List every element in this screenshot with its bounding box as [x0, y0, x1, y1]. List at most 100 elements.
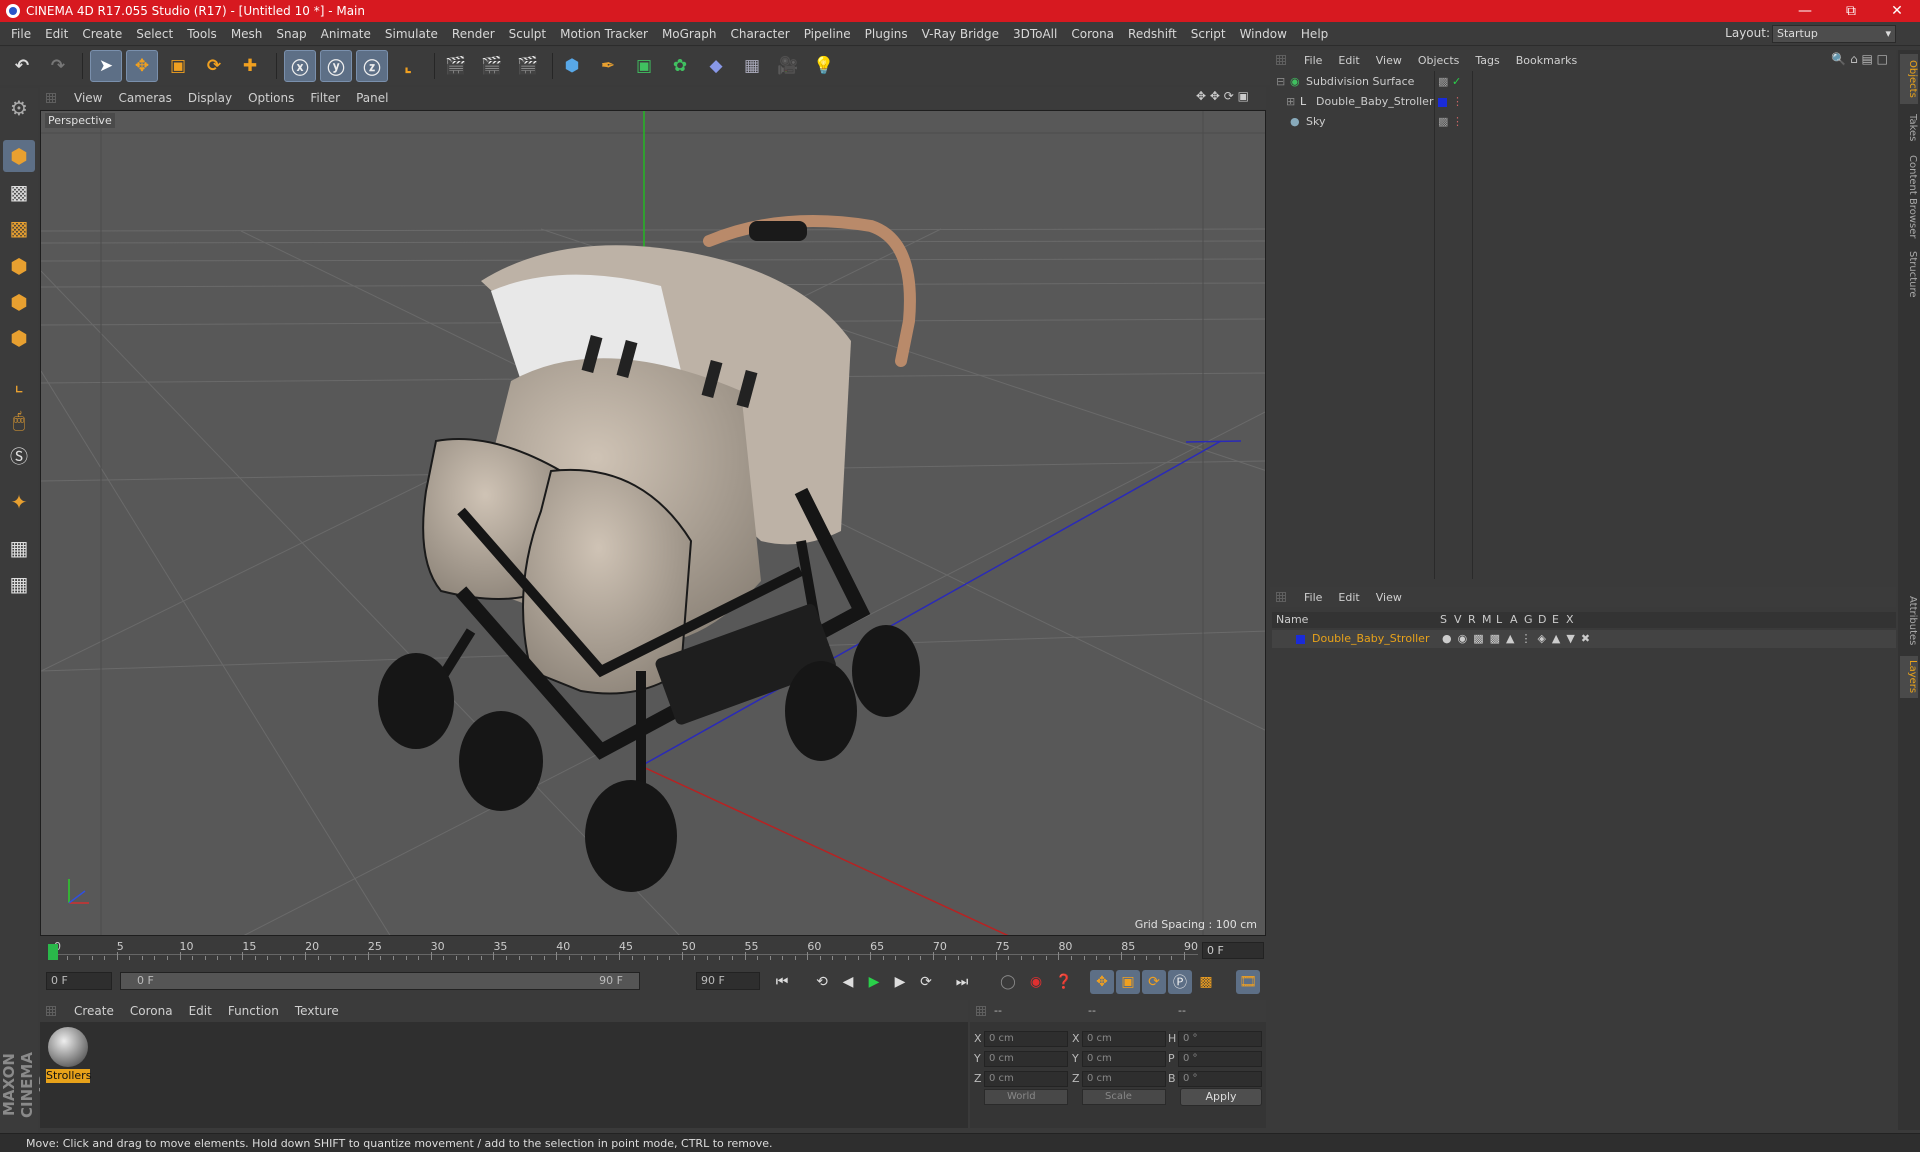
menu-item[interactable]: Simulate	[378, 27, 445, 41]
stroller-model[interactable]	[378, 215, 920, 892]
layer-menu-item[interactable]: Edit	[1330, 591, 1367, 604]
menu-item[interactable]: MoGraph	[655, 27, 724, 41]
size-z-field[interactable]: 0 cm	[1082, 1071, 1166, 1087]
key-pla-icon[interactable]: ▩	[1194, 970, 1218, 994]
start-frame-field[interactable]: 0 F	[46, 972, 112, 990]
tab-attributes[interactable]: Attributes	[1900, 590, 1918, 652]
menu-item[interactable]: Sculpt	[502, 27, 553, 41]
tab-objects[interactable]: Objects	[1900, 54, 1918, 104]
floor-icon[interactable]: ▦	[736, 50, 768, 82]
recent-tool-icon[interactable]: ✚	[234, 50, 266, 82]
autokey-icon[interactable]: ◯	[996, 970, 1020, 994]
spline-pen-icon[interactable]: ✒	[592, 50, 624, 82]
layer-column-header[interactable]: X	[1566, 612, 1574, 628]
menu-item[interactable]: Create	[75, 27, 129, 41]
help-record-icon[interactable]: ❓	[1052, 970, 1076, 994]
object-menu-item[interactable]: Objects	[1410, 54, 1468, 67]
close-button[interactable]: ✕	[1874, 0, 1920, 22]
menu-item[interactable]: V-Ray Bridge	[915, 27, 1006, 41]
menu-item[interactable]: Animate	[314, 27, 378, 41]
go-to-end-icon[interactable]: ⏭	[950, 970, 974, 994]
minimize-button[interactable]: —	[1782, 0, 1828, 22]
menu-item[interactable]: Redshift	[1121, 27, 1184, 41]
material-menu-item[interactable]: Function	[220, 1004, 287, 1018]
polygons-mode-icon[interactable]: ⬢	[3, 322, 35, 354]
menu-item[interactable]: Script	[1184, 27, 1233, 41]
model-mode-icon[interactable]: ⬢	[3, 140, 35, 172]
menu-item[interactable]: File	[4, 27, 38, 41]
timeline[interactable]: 051015202530354045505560657075808590 0 F	[40, 938, 1266, 964]
points-mode-icon[interactable]: ⬢	[3, 250, 35, 282]
layer-toggle-icons[interactable]: ●◉▩▩▲⋮◈▲▼✖	[1442, 630, 1596, 648]
render-view-icon[interactable]: 🎬	[440, 50, 472, 82]
object-menu-item[interactable]: File	[1296, 54, 1330, 67]
layer-column-header[interactable]: G	[1524, 612, 1533, 628]
render-picture-viewer-icon[interactable]: 🎬	[476, 50, 508, 82]
coordinate-type-dropdown[interactable]: Scale	[1082, 1089, 1166, 1105]
perspective-viewport[interactable]: Perspective Grid Spacing : 100 cm	[40, 110, 1266, 936]
next-keyframe-icon[interactable]: ⟳	[914, 970, 938, 994]
layer-column-header[interactable]: D	[1538, 612, 1546, 628]
layer-column-header[interactable]: R	[1468, 612, 1476, 628]
play-icon[interactable]: ▶	[862, 970, 886, 994]
layer-color-swatch[interactable]	[1296, 635, 1305, 644]
menu-item[interactable]: Corona	[1064, 27, 1121, 41]
playhead[interactable]	[48, 944, 58, 960]
material-menu-item[interactable]: Create	[66, 1004, 122, 1018]
menu-item[interactable]: Select	[129, 27, 180, 41]
scale-tool-icon[interactable]: ▣	[162, 50, 194, 82]
rot-b-field[interactable]: 0 °	[1178, 1071, 1262, 1087]
workplane-mode-icon[interactable]: ▩	[3, 212, 35, 244]
previous-keyframe-icon[interactable]: ⟲	[810, 970, 834, 994]
layer-menu-item[interactable]: File	[1296, 591, 1330, 604]
layer-menu-item[interactable]: View	[1368, 591, 1410, 604]
layer-column-header[interactable]: E	[1552, 612, 1559, 628]
size-x-field[interactable]: 0 cm	[1082, 1031, 1166, 1047]
menu-item[interactable]: Edit	[38, 27, 75, 41]
tab-takes[interactable]: Takes	[1900, 108, 1918, 148]
tab-content-browser[interactable]: Content Browser	[1900, 152, 1918, 242]
undo-icon[interactable]: ↶	[6, 50, 38, 82]
object-menu-item[interactable]: View	[1368, 54, 1410, 67]
menu-item[interactable]: Window	[1233, 27, 1294, 41]
edges-mode-icon[interactable]: ⬢	[3, 286, 35, 318]
object-manager-nav-icons[interactable]: 🔍 ⌂ ▤ □	[1831, 52, 1888, 66]
object-row[interactable]: ● Sky ▩ ⋮	[1272, 113, 1896, 131]
coordinate-system-icon[interactable]: ⌞	[392, 50, 424, 82]
frame-range-slider[interactable]: 0 F 90 F	[120, 972, 640, 990]
redo-icon[interactable]: ↷	[42, 50, 74, 82]
live-selection-icon[interactable]: ➤	[90, 50, 122, 82]
layer-column-header[interactable]: A	[1510, 612, 1518, 628]
menu-item[interactable]: Tools	[180, 27, 224, 41]
menu-item[interactable]: Render	[445, 27, 502, 41]
timeline-window-icon[interactable]: 🎞	[1236, 970, 1260, 994]
menu-item[interactable]: Pipeline	[797, 27, 858, 41]
deformer-icon[interactable]: ◆	[700, 50, 732, 82]
visibility-dots-icon[interactable]: ⋮	[1452, 113, 1463, 131]
viewport-menu-item[interactable]: Cameras	[110, 91, 179, 105]
apply-button[interactable]: Apply	[1180, 1088, 1262, 1106]
x-axis-lock-icon[interactable]: ⓧ	[284, 50, 316, 82]
pos-y-field[interactable]: 0 cm	[984, 1051, 1068, 1067]
tab-structure[interactable]: Structure	[1900, 246, 1918, 302]
tree-expand-icon[interactable]: ⊞	[1286, 93, 1295, 111]
menu-item[interactable]: Snap	[269, 27, 313, 41]
layer-column-header[interactable]: M	[1482, 612, 1492, 628]
object-menu-item[interactable]: Tags	[1467, 54, 1507, 67]
material-swatch[interactable]: Strollers	[44, 1024, 92, 1086]
tweak-mode-icon[interactable]: 🖱	[3, 404, 35, 436]
cube-primitive-icon[interactable]: ⬢	[556, 50, 588, 82]
object-menu-item[interactable]: Bookmarks	[1508, 54, 1585, 67]
material-menu-item[interactable]: Corona	[122, 1004, 181, 1018]
y-axis-lock-icon[interactable]: ⓨ	[320, 50, 352, 82]
camera-icon[interactable]: 🎥	[772, 50, 804, 82]
workplane-lock-icon[interactable]: ▦	[3, 532, 35, 564]
rot-h-field[interactable]: 0 °	[1178, 1031, 1262, 1047]
go-to-start-icon[interactable]: ⏮	[770, 970, 794, 994]
size-y-field[interactable]: 0 cm	[1082, 1051, 1166, 1067]
texture-mode-icon[interactable]: ▩	[3, 176, 35, 208]
previous-frame-icon[interactable]: ◀	[836, 970, 860, 994]
subdivision-surface-icon[interactable]: ▣	[628, 50, 660, 82]
key-rotation-icon[interactable]: ⟳	[1142, 970, 1166, 994]
make-editable-icon[interactable]: ⚙	[3, 92, 35, 124]
